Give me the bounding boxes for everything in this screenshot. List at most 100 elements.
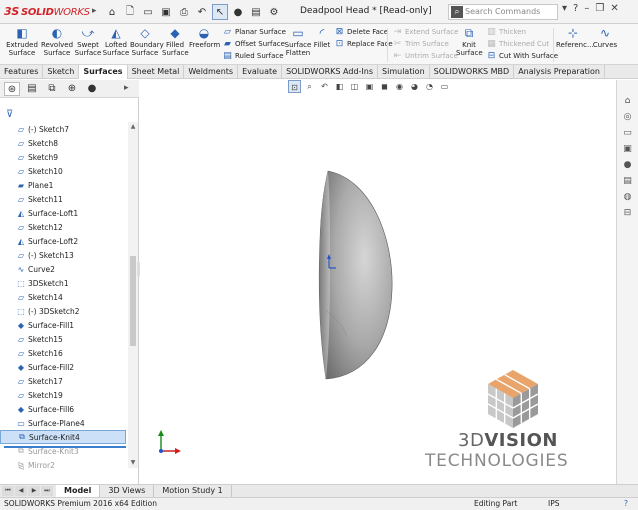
home-icon[interactable]: ⌂ [104,4,120,20]
fillet-button[interactable]: ◜ Fillet [312,26,332,49]
reference-geometry-button[interactable]: ⊹ Referenc... [556,26,594,49]
solidworks-logo[interactable]: 3S SOLIDWORKS [4,5,90,18]
tree-item[interactable]: ▱ Sketch11 [0,192,126,206]
tree-item[interactable]: ⬚ 3DSketch1 [0,276,126,290]
tab-solidworks-add-ins[interactable]: SOLIDWORKS Add-Ins [282,65,379,79]
tree-item[interactable]: ▰ Plane1 [0,178,126,192]
model-viewport[interactable] [140,80,616,484]
tab-3d-views[interactable]: 3D Views [100,485,155,497]
scroll-thumb[interactable] [130,256,136,346]
undo-icon[interactable]: ↶ [194,4,210,20]
feature-manager-tab-icon[interactable]: ⊛ [4,82,20,96]
surface-flatten-button[interactable]: ▭ Surface Flatten [284,26,312,57]
planar-surface-button[interactable]: ▱ Planar Surface [222,26,286,38]
delete-face-button[interactable]: ⊠ Delete Face [334,26,388,38]
cut-with-surface-button[interactable]: ⊟ Cut With Surface [486,50,558,62]
extruded-surface-button[interactable]: ◧ Extruded Surface [4,26,40,57]
tree-item[interactable]: ⧉ Surface-Knit4 [0,430,126,444]
previous-tab-icon[interactable]: ◀ [15,486,27,496]
tree-item[interactable]: ▱ Sketch10 [0,164,126,178]
solidworks-resources-icon[interactable]: ⌂ [620,94,635,108]
tree-item[interactable]: ⧎ Mirror2 [0,458,126,472]
tab-model[interactable]: Model [56,485,101,497]
tab-motion-study-1[interactable]: Motion Study 1 [154,485,232,497]
thicken-button[interactable]: ▥ Thicken [486,26,526,38]
display-manager-tab-icon[interactable]: ● [84,82,100,96]
tree-item[interactable]: ◆ Surface-Fill6 [0,402,126,416]
replace-face-button[interactable]: ⊡ Replace Face [334,38,393,50]
thickened-cut-button[interactable]: ▦ Thickened Cut [486,38,549,50]
swept-surface-button[interactable]: ⤻ Swept Surface [74,26,102,57]
filled-surface-button[interactable]: ◆ Filled Surface [162,26,189,57]
tree-item[interactable]: ◭ Surface-Loft2 [0,234,126,248]
graphics-area[interactable]: ⊡ ⌕ ↶ ◧ ◫ ▣ ◼ ◉ ◕ ◔ ▭ [140,80,616,484]
configuration-manager-tab-icon[interactable]: ⧉ [44,82,60,96]
revolved-surface-button[interactable]: ◐ Revolved Surface [40,26,74,57]
tab-solidworks-mbd[interactable]: SOLIDWORKS MBD [430,65,515,79]
curves-button[interactable]: ∿ Curves [592,26,618,49]
tab-weldments[interactable]: Weldments [184,65,239,79]
tab-features[interactable]: Features [0,65,44,79]
options-gear-icon[interactable]: ⚙ [266,4,282,20]
tree-item[interactable]: ▱ Sketch19 [0,388,126,402]
tree-item[interactable]: ▱ Sketch14 [0,290,126,304]
tree-item[interactable]: ∿ Curve2 [0,262,126,276]
tree-item[interactable]: ▱ Sketch15 [0,332,126,346]
property-manager-tab-icon[interactable]: ▤ [24,82,40,96]
tree-item[interactable]: ▭ Surface-Plane4 [0,416,126,430]
select-arrow-icon[interactable]: ↖ [212,4,228,20]
custom-properties-icon[interactable]: ▤ [620,174,635,188]
tree-item[interactable]: ◆ Surface-Fill1 [0,318,126,332]
next-tab-icon[interactable]: ▶ [28,486,40,496]
first-tab-icon[interactable]: ⏮ [2,486,14,496]
panel-expand-arrow-icon[interactable]: ▸ [124,83,129,93]
extend-surface-button[interactable]: ⇥ Extend Surface [392,26,459,38]
tab-evaluate[interactable]: Evaluate [238,65,283,79]
appearances-icon[interactable]: ● [620,158,635,172]
solidworks-forum-icon[interactable]: ◍ [620,190,635,204]
tree-item[interactable]: ⬚ (-) 3DSketch2 [0,304,126,318]
new-document-icon[interactable]: 🗋 [122,4,138,20]
lofted-surface-button[interactable]: ◭ Lofted Surface [102,26,130,57]
file-explorer-icon[interactable]: ▭ [620,126,635,140]
freeform-button[interactable]: ◒ Freeform [189,26,220,49]
minimize-icon[interactable]: – [584,3,589,14]
close-icon[interactable]: ✕ [610,3,618,14]
untrim-surface-button[interactable]: ⇤ Untrim Surface [392,50,458,62]
dimxpert-manager-tab-icon[interactable]: ⊕ [64,82,80,96]
ruled-surface-button[interactable]: ▤ Ruled Surface [222,50,283,62]
tab-surfaces[interactable]: Surfaces [79,65,128,79]
knit-surface-button[interactable]: ⧉ Knit Surface [456,26,483,57]
search-commands-input[interactable]: ⌕ Search Commands [448,4,558,20]
file-properties-icon[interactable]: ▤ [248,4,264,20]
tree-item[interactable]: ◆ Surface-Fill2 [0,360,126,374]
scroll-down-icon[interactable]: ▼ [128,458,138,468]
feature-tree-scrollbar[interactable]: ▲ ▼ [128,122,138,468]
search-results-icon[interactable]: ⊟ [620,206,635,220]
rebuild-icon[interactable]: ● [230,4,246,20]
design-library-icon[interactable]: ◎ [620,110,635,124]
tab-sketch[interactable]: Sketch [43,65,80,79]
last-tab-icon[interactable]: ⏭ [41,486,53,496]
tree-item[interactable]: ▱ Sketch16 [0,346,126,360]
search-dropdown-icon[interactable]: ▾ [562,3,567,14]
tree-item[interactable]: ▱ Sketch9 [0,150,126,164]
open-folder-icon[interactable]: ▭ [140,4,156,20]
scroll-up-icon[interactable]: ▲ [128,122,138,132]
tree-item[interactable]: ▱ Sketch8 [0,136,126,150]
trim-surface-button[interactable]: ✂ Trim Surface [392,38,449,50]
deadpool-head-surface[interactable] [318,170,393,380]
tree-item[interactable]: ▱ (-) Sketch7 [0,122,126,136]
tree-item[interactable]: ▱ (-) Sketch13 [0,248,126,262]
tree-item[interactable]: ▱ Sketch12 [0,220,126,234]
tab-simulation[interactable]: Simulation [378,65,430,79]
offset-surface-button[interactable]: ▰ Offset Surface [222,38,285,50]
tree-item[interactable]: ▱ Sketch17 [0,374,126,388]
print-icon[interactable]: ⎙ [176,4,192,20]
filter-icon[interactable]: ⊽ [6,109,13,120]
restore-icon[interactable]: ❐ [595,3,604,14]
help-icon[interactable]: ? [573,3,578,14]
view-palette-icon[interactable]: ▣ [620,142,635,156]
help-icon[interactable]: ? [624,498,628,510]
tree-item[interactable]: ◭ Surface-Loft1 [0,206,126,220]
